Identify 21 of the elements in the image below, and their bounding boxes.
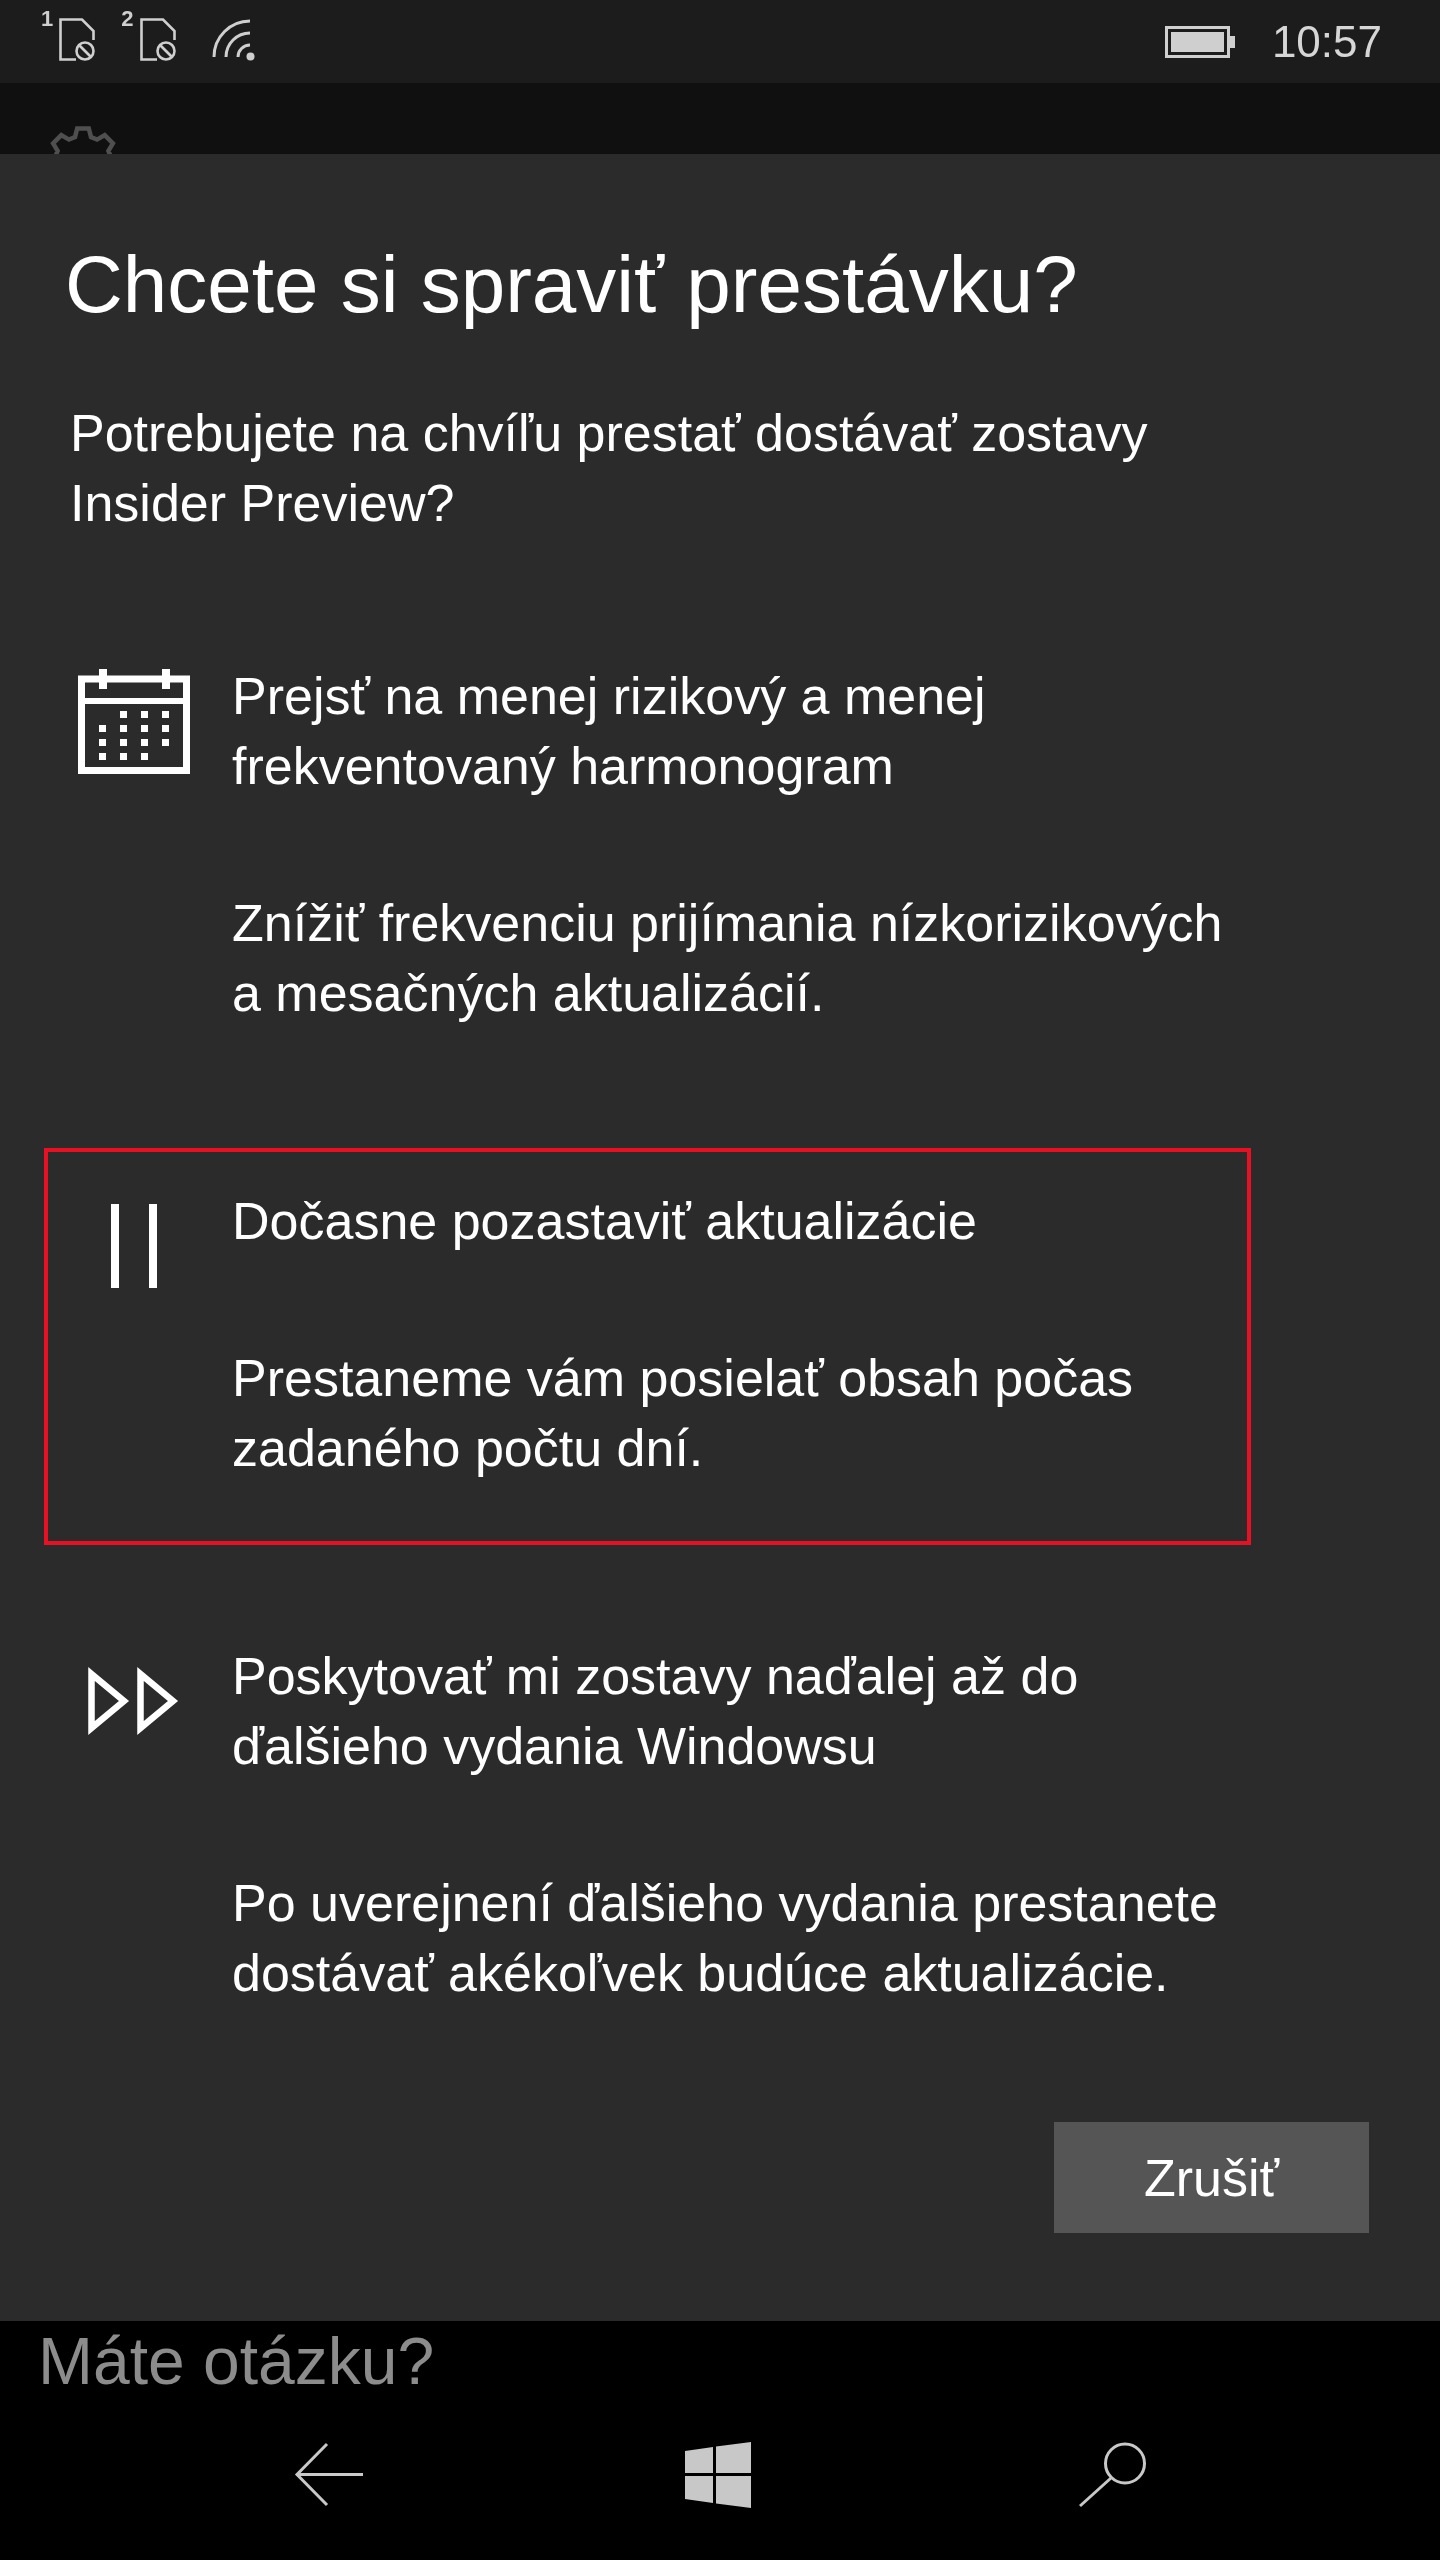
sim-slot-number: 1 [41, 8, 54, 30]
search-icon[interactable] [1077, 2442, 1147, 2508]
option-description: Znížiť frekvenciu prijímania nízkorizikových a mesačných aktualizácií. [232, 893, 1224, 1024]
option-title[interactable]: Dočasne pozastaviť aktualizácie [232, 1186, 1247, 1256]
windows-logo-icon[interactable] [685, 2442, 751, 2508]
clock-time: 10:57 [1271, 19, 1382, 64]
calendar-icon [78, 668, 190, 774]
battery-icon [1164, 25, 1235, 58]
fast-forward-icon [88, 1666, 180, 1736]
section-heading: Máte otázku? [38, 2323, 435, 2400]
sim-card-icon [139, 18, 176, 61]
sim-slot-number: 2 [121, 8, 134, 30]
option-title[interactable]: Poskytovať mi zostavy naďalej až do ďalšieho vydania Windowsu [232, 1641, 1247, 1781]
dialog-title: Chcete si spraviť prestávku? [65, 239, 1078, 331]
pause-icon [111, 1204, 157, 1288]
option-description: Prestaneme vám posielať obsah počas zadaného počtu dní. [232, 1348, 1135, 1479]
cancel-button[interactable]: Zrušiť [1054, 2122, 1369, 2233]
sim-card-icon [59, 18, 96, 61]
option-title[interactable]: Prejsť na menej rizikový a menej frekventovaný harmonogram [232, 661, 1247, 801]
option-description: Po uverejnení ďalšieho vydania prestanete dostávať akékoľvek budúce aktualizácie. [232, 1873, 1219, 2004]
dialog-message: Potrebujete na chvíľu prestať dostávať zostavy Insider Preview? [70, 403, 1149, 534]
